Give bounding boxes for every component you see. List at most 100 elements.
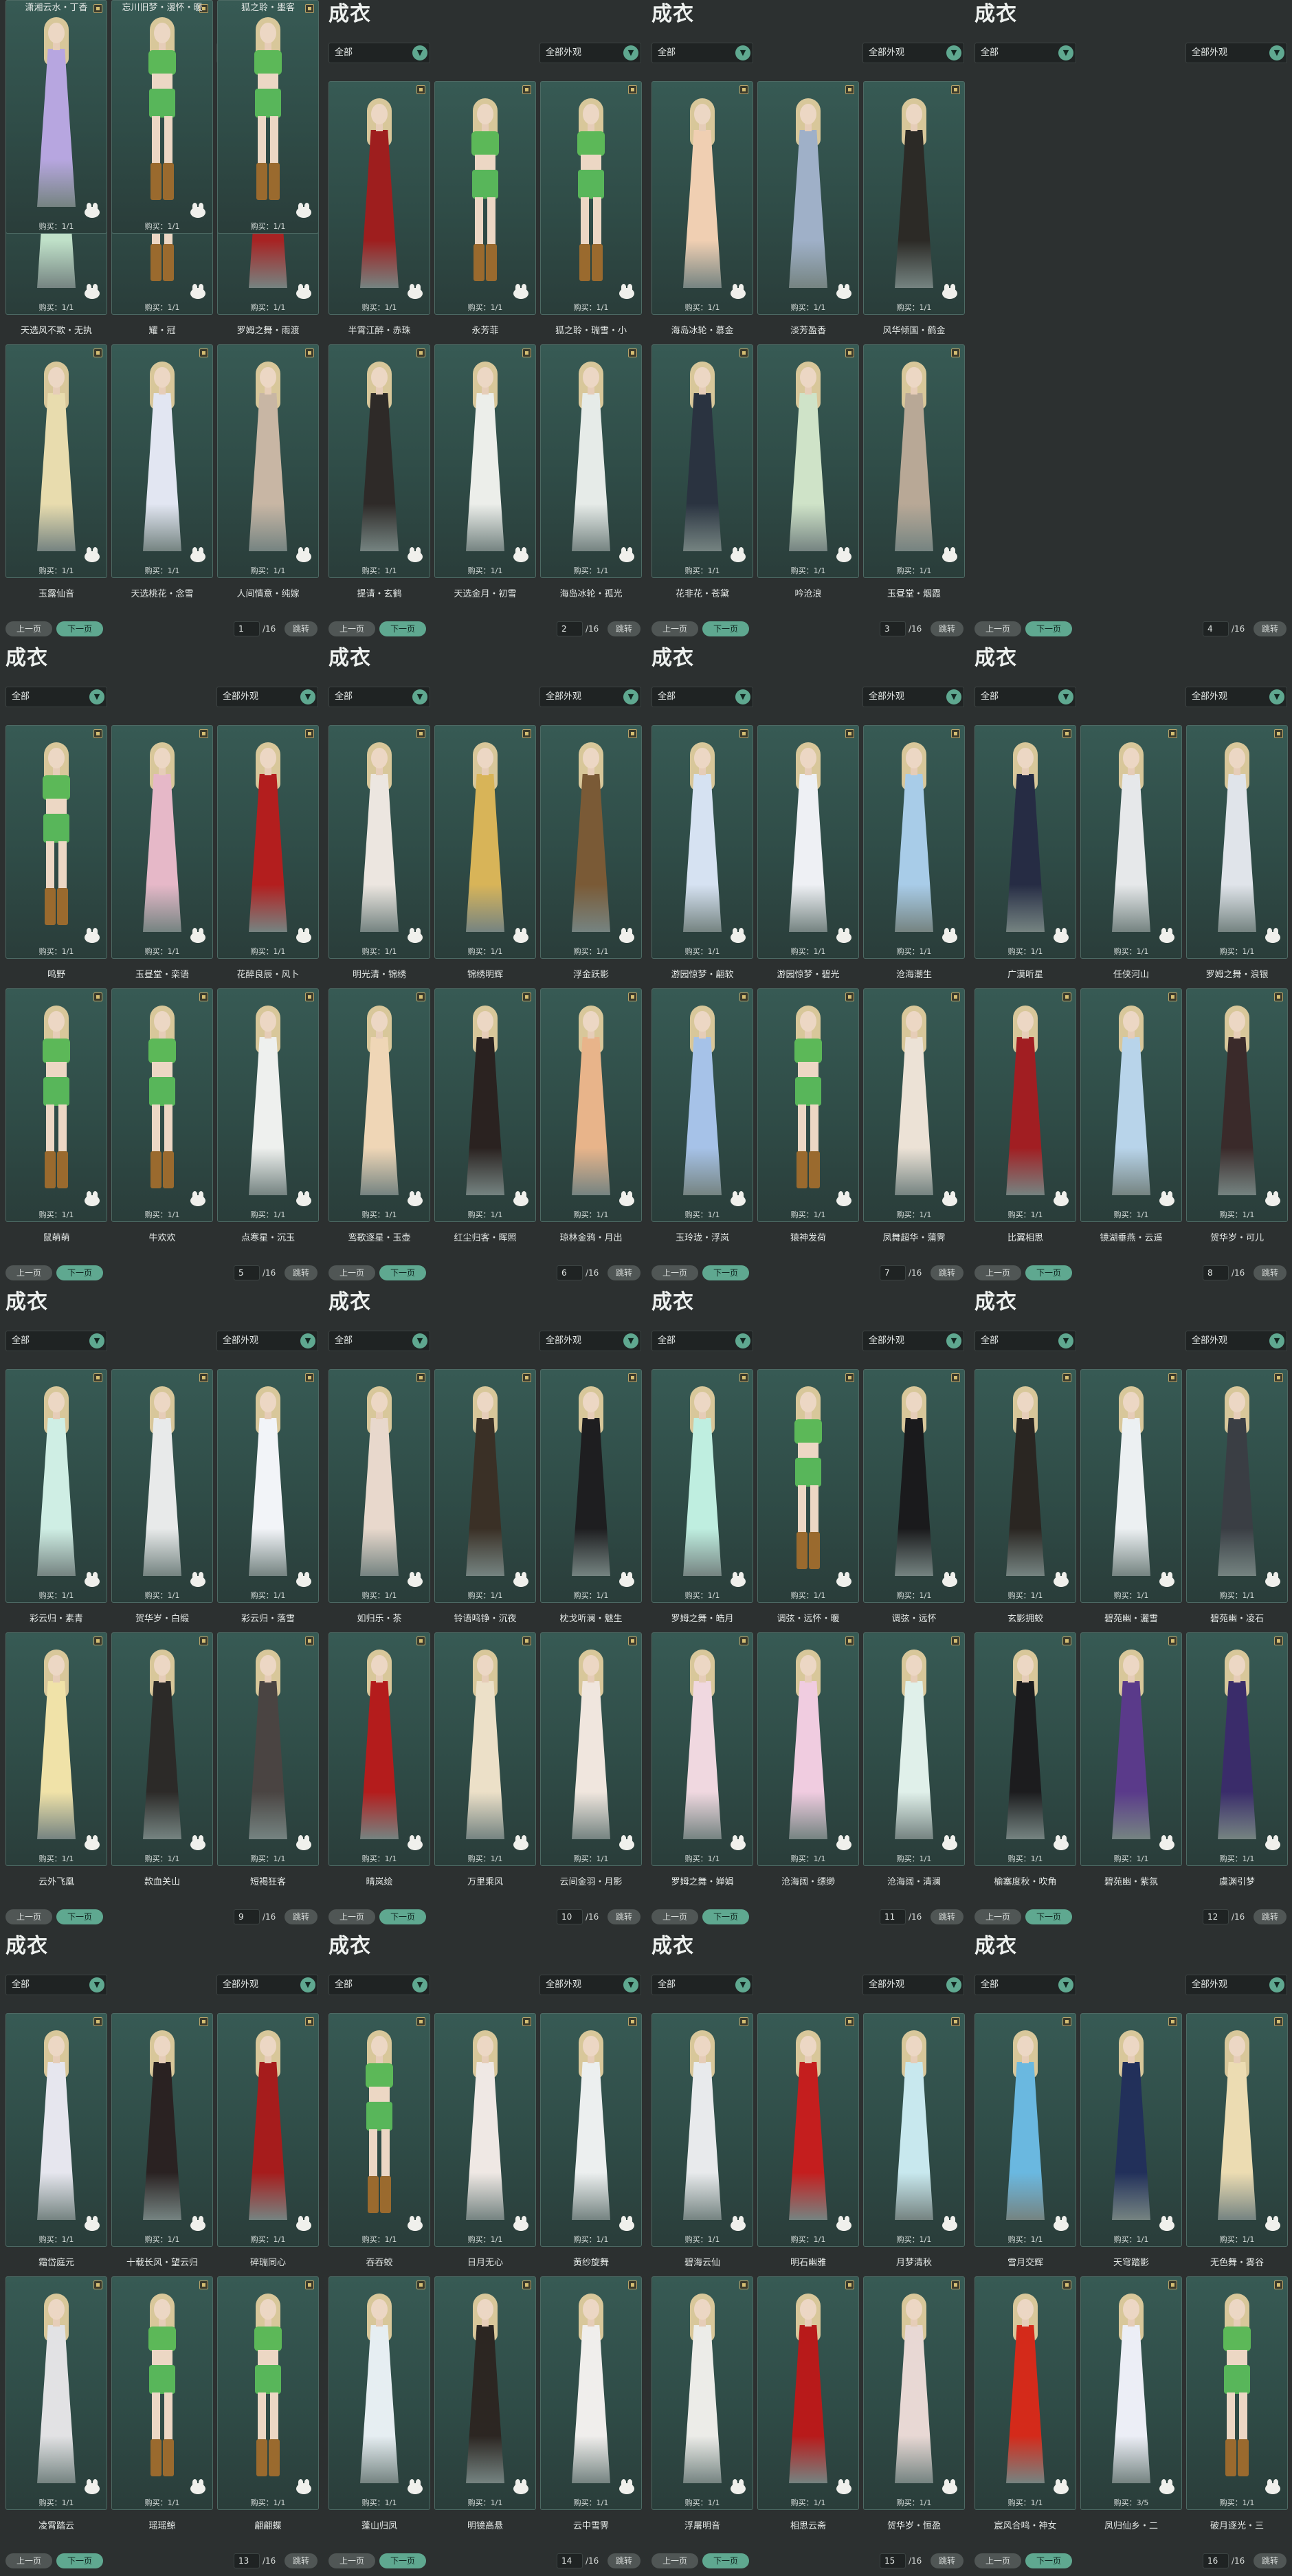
next-page-button[interactable]: 下一页 — [379, 621, 426, 636]
next-page-button[interactable]: 下一页 — [56, 621, 103, 636]
outfit-card[interactable]: 购买：1/1 — [974, 1632, 1076, 1866]
category-filter-dropdown[interactable]: 全部 ▼ — [5, 1331, 107, 1351]
jump-page-button[interactable]: 跳转 — [1254, 2553, 1287, 2568]
prev-page-button[interactable]: 上一页 — [328, 1909, 375, 1924]
outfit-card[interactable]: 购买：1/1 — [863, 2013, 965, 2247]
outfit-card[interactable]: 购买：1/1 — [111, 988, 213, 1222]
appearance-filter-dropdown[interactable]: 全部外观 ▼ — [539, 1331, 641, 1351]
jump-page-button[interactable]: 跳转 — [608, 1909, 641, 1924]
outfit-card[interactable]: 购买：1/1 — [111, 1369, 213, 1603]
outfit-card[interactable]: 购买：1/1 — [5, 1369, 107, 1603]
outfit-card[interactable]: 购买：1/1 — [863, 1632, 965, 1866]
next-page-button[interactable]: 下一页 — [56, 1265, 103, 1280]
appearance-filter-dropdown[interactable]: 全部外观 ▼ — [1185, 687, 1287, 707]
outfit-card[interactable]: 购买：1/1 — [328, 988, 430, 1222]
jump-page-button[interactable]: 跳转 — [931, 2553, 964, 2568]
appearance-filter-dropdown[interactable]: 全部外观 ▼ — [216, 687, 318, 707]
page-number-input[interactable]: 11 — [880, 1909, 906, 1924]
outfit-card[interactable]: 购买：1/1 — [111, 2276, 213, 2510]
appearance-filter-dropdown[interactable]: 全部外观 ▼ — [862, 1975, 964, 1995]
outfit-card[interactable]: 购买：1/1 — [974, 2013, 1076, 2247]
outfit-card[interactable]: 购买：1/1 — [757, 1369, 859, 1603]
outfit-card[interactable]: 购买：1/1 — [863, 344, 965, 578]
outfit-card[interactable]: 购买：1/1 — [434, 344, 536, 578]
outfit-card[interactable]: 购买：1/1 — [863, 1369, 965, 1603]
appearance-filter-dropdown[interactable]: 全部外观 ▼ — [862, 1331, 964, 1351]
outfit-card[interactable]: 购买：1/1 — [434, 81, 536, 315]
prev-page-button[interactable]: 上一页 — [974, 1909, 1021, 1924]
outfit-card[interactable]: 购买：1/1 — [5, 344, 107, 578]
outfit-card[interactable]: 购买：1/1 — [217, 988, 319, 1222]
next-page-button[interactable]: 下一页 — [379, 2553, 426, 2568]
next-page-button[interactable]: 下一页 — [702, 1909, 749, 1924]
prev-page-button[interactable]: 上一页 — [974, 1265, 1021, 1280]
category-filter-dropdown[interactable]: 全部 ▼ — [5, 1975, 107, 1995]
page-number-input[interactable]: 14 — [557, 2553, 583, 2568]
next-page-button[interactable]: 下一页 — [379, 1909, 426, 1924]
appearance-filter-dropdown[interactable]: 全部外观 ▼ — [216, 1331, 318, 1351]
outfit-card[interactable]: 购买：1/1 — [974, 725, 1076, 959]
appearance-filter-dropdown[interactable]: 全部外观 ▼ — [539, 687, 641, 707]
next-page-button[interactable]: 下一页 — [1025, 621, 1072, 636]
jump-page-button[interactable]: 跳转 — [285, 2553, 318, 2568]
prev-page-button[interactable]: 上一页 — [5, 621, 52, 636]
jump-page-button[interactable]: 跳转 — [1254, 1265, 1287, 1280]
category-filter-dropdown[interactable]: 全部 ▼ — [651, 687, 753, 707]
page-number-input[interactable]: 3 — [880, 621, 906, 636]
outfit-card[interactable]: 购买：1/1 — [1186, 1632, 1288, 1866]
next-page-button[interactable]: 下一页 — [56, 1909, 103, 1924]
outfit-card[interactable]: 购买：1/1 — [1186, 2276, 1288, 2510]
outfit-card[interactable]: 购买：1/1 — [651, 1632, 753, 1866]
outfit-card[interactable]: 购买：1/1 — [111, 2013, 213, 2247]
jump-page-button[interactable]: 跳转 — [608, 621, 641, 636]
page-number-input[interactable]: 15 — [880, 2553, 906, 2568]
outfit-card[interactable]: 购买：1/1 — [1186, 2013, 1288, 2247]
prev-page-button[interactable]: 上一页 — [5, 1265, 52, 1280]
jump-page-button[interactable]: 跳转 — [285, 621, 318, 636]
prev-page-button[interactable]: 上一页 — [5, 2553, 52, 2568]
outfit-card[interactable]: 购买：1/1 — [1080, 988, 1182, 1222]
outfit-card[interactable]: 购买：1/1 — [1186, 725, 1288, 959]
page-number-input[interactable]: 10 — [557, 1909, 583, 1924]
outfit-card[interactable]: 购买：1/1 — [434, 1632, 536, 1866]
page-number-input[interactable]: 8 — [1203, 1265, 1229, 1280]
page-number-input[interactable]: 12 — [1203, 1909, 1229, 1924]
page-number-input[interactable]: 13 — [234, 2553, 260, 2568]
category-filter-dropdown[interactable]: 全部 ▼ — [974, 43, 1076, 63]
next-page-button[interactable]: 下一页 — [1025, 1265, 1072, 1280]
outfit-card[interactable]: 购买：1/1 — [540, 725, 642, 959]
page-number-input[interactable]: 2 — [557, 621, 583, 636]
outfit-card[interactable]: 购买：1/1 — [1186, 988, 1288, 1222]
category-filter-dropdown[interactable]: 全部 ▼ — [5, 687, 107, 707]
prev-page-button[interactable]: 上一页 — [651, 1909, 698, 1924]
outfit-card[interactable]: 购买：1/1 — [540, 988, 642, 1222]
outfit-card[interactable]: 购买：1/1 — [5, 988, 107, 1222]
outfit-card[interactable]: 购买：1/1 — [757, 1632, 859, 1866]
prev-page-button[interactable]: 上一页 — [651, 2553, 698, 2568]
outfit-card[interactable]: 购买：1/1 — [328, 1369, 430, 1603]
next-page-button[interactable]: 下一页 — [702, 2553, 749, 2568]
outfit-card[interactable]: 购买：1/1 — [540, 344, 642, 578]
jump-page-button[interactable]: 跳转 — [608, 1265, 641, 1280]
outfit-card[interactable]: 购买：1/1 — [1080, 1369, 1182, 1603]
outfit-card[interactable]: 购买：1/1 — [434, 988, 536, 1222]
prev-page-button[interactable]: 上一页 — [5, 1909, 52, 1924]
page-number-input[interactable]: 5 — [234, 1265, 260, 1280]
jump-page-button[interactable]: 跳转 — [1254, 621, 1287, 636]
outfit-card[interactable]: 购买：1/1 — [863, 2276, 965, 2510]
outfit-card[interactable]: 购买：1/1 — [540, 2013, 642, 2247]
outfit-card[interactable]: 购买：1/1 — [651, 2013, 753, 2247]
outfit-card[interactable]: 购买：1/1 — [328, 81, 430, 315]
outfit-card[interactable]: 购买：1/1 — [434, 2013, 536, 2247]
appearance-filter-dropdown[interactable]: 全部外观 ▼ — [216, 1975, 318, 1995]
outfit-card[interactable]: 购买：1/1 — [651, 2276, 753, 2510]
next-page-button[interactable]: 下一页 — [379, 1265, 426, 1280]
outfit-card[interactable]: 购买：1/1 — [434, 1369, 536, 1603]
jump-page-button[interactable]: 跳转 — [931, 1909, 964, 1924]
outfit-card[interactable]: 购买：1/1 — [974, 1369, 1076, 1603]
outfit-card[interactable]: 购买：1/1 — [328, 725, 430, 959]
outfit-card[interactable]: 购买：1/1 — [5, 2276, 107, 2510]
outfit-card[interactable]: 购买：1/1 — [434, 2276, 536, 2510]
page-number-input[interactable]: 7 — [880, 1265, 906, 1280]
appearance-filter-dropdown[interactable]: 全部外观 ▼ — [1185, 1975, 1287, 1995]
